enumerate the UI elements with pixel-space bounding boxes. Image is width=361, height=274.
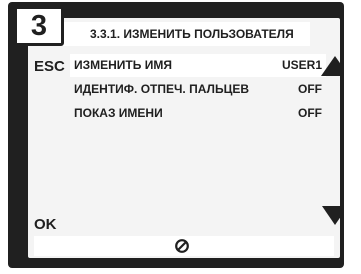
display-screen: 3.3.1. ИЗМЕНИТЬ ПОЛЬЗОВАТЕЛЯ ESC ИЗМЕНИТ… <box>28 18 340 258</box>
menu-item-label: ИЗМЕНИТЬ ИМЯ <box>74 58 172 72</box>
menu-item-label: ПОКАЗ ИМЕНИ <box>74 106 163 120</box>
esc-button[interactable]: ESC <box>34 58 65 75</box>
device-frame: 3.3.1. ИЗМЕНИТЬ ПОЛЬЗОВАТЕЛЯ ESC ИЗМЕНИТ… <box>8 2 344 268</box>
menu-title: 3.3.1. ИЗМЕНИТЬ ПОЛЬЗОВАТЕЛЯ <box>90 27 294 41</box>
disabled-circle-icon <box>175 239 189 253</box>
menu-item-change-name[interactable]: ИЗМЕНИТЬ ИМЯ USER1 <box>70 54 326 77</box>
status-bar <box>34 236 334 256</box>
menu-item-label: ИДЕНТИФ. ОТПЕЧ. ПАЛЬЦЕВ <box>74 82 250 96</box>
triangle-up-icon[interactable] <box>321 56 340 76</box>
menu-item-value: OFF <box>298 106 322 120</box>
step-number-badge: 3 <box>14 6 64 46</box>
menu-list: ИЗМЕНИТЬ ИМЯ USER1 ИДЕНТИФ. ОТПЕЧ. ПАЛЬЦ… <box>70 54 326 126</box>
menu-title-bar: 3.3.1. ИЗМЕНИТЬ ПОЛЬЗОВАТЕЛЯ <box>34 22 310 46</box>
menu-item-value: OFF <box>298 82 322 96</box>
triangle-down-icon[interactable] <box>322 206 340 225</box>
menu-item-fingerprint-id[interactable]: ИДЕНТИФ. ОТПЕЧ. ПАЛЬЦЕВ OFF <box>70 78 326 101</box>
ok-button[interactable]: OK <box>34 216 57 233</box>
menu-item-value: USER1 <box>281 58 322 72</box>
menu-item-show-name[interactable]: ПОКАЗ ИМЕНИ OFF <box>70 102 326 125</box>
